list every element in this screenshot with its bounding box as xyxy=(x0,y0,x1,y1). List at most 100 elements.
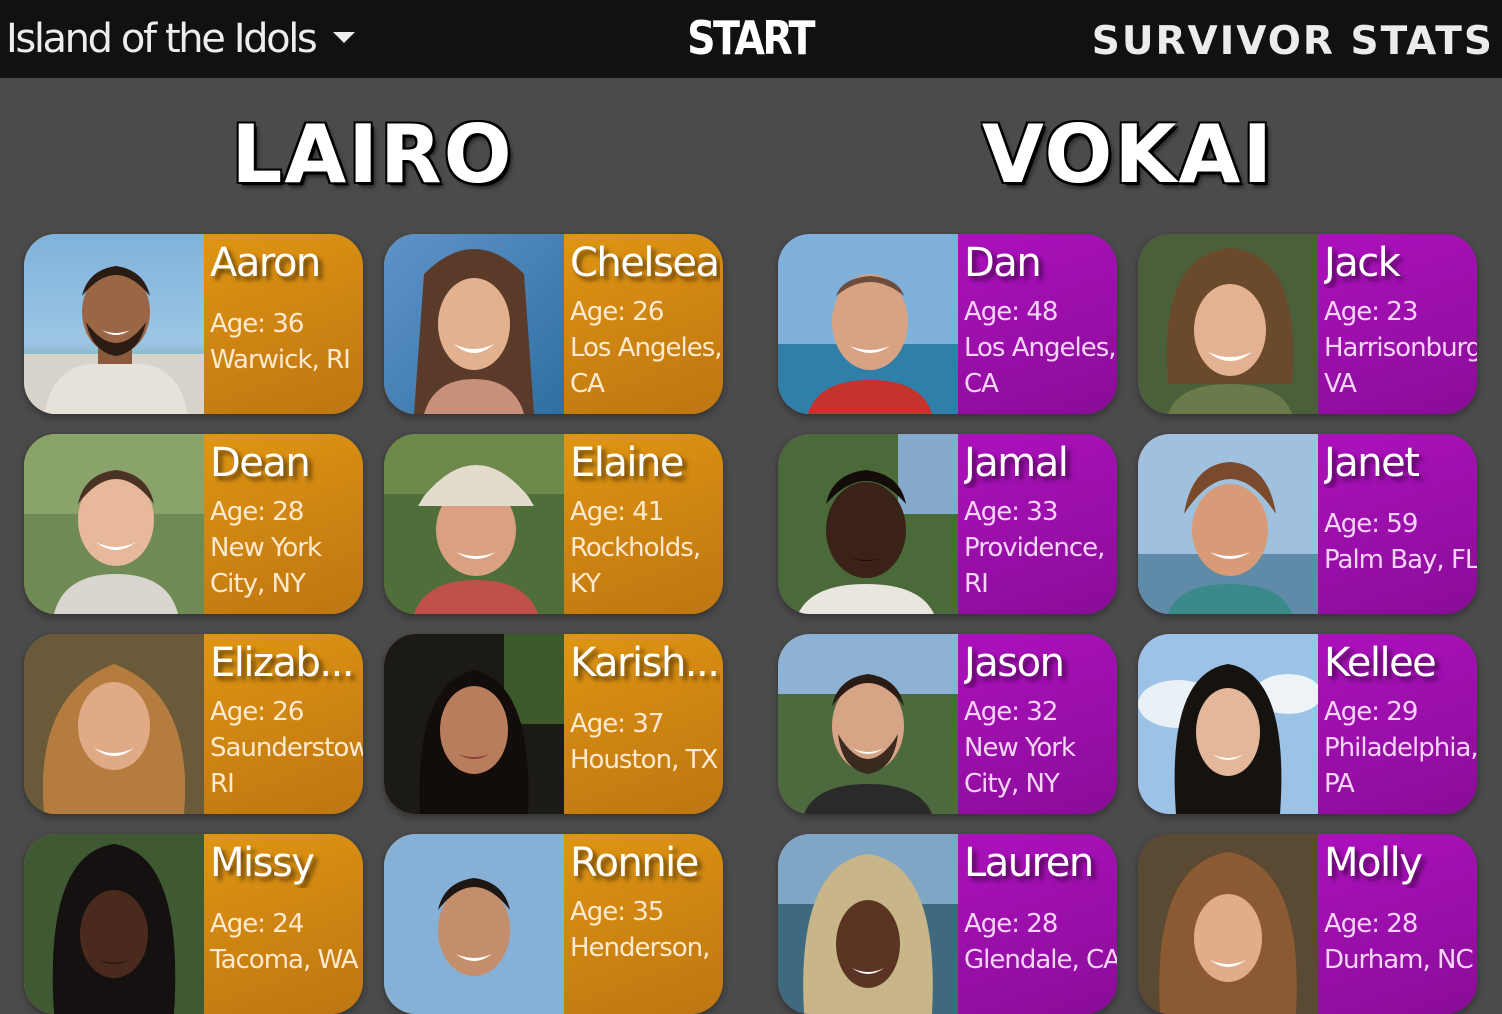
player-name: Aaron xyxy=(210,240,321,286)
player-photo xyxy=(24,834,204,1014)
player-age: Age: 59 xyxy=(1324,509,1418,539)
player-hometown: Providence, xyxy=(964,533,1105,563)
player-age: Age: 32 xyxy=(964,697,1058,727)
player-age: Age: 48 xyxy=(964,297,1058,327)
brand-logo-text: SURVIVOR STATS xyxy=(1091,18,1494,64)
player-hometown: Durham, NC xyxy=(1324,945,1474,975)
player-details: Age: 26 Los Angeles, CA xyxy=(570,294,723,402)
caret-down-icon xyxy=(333,31,356,43)
player-photo xyxy=(1138,434,1318,614)
player-details: Age: 24 Tacoma, WA xyxy=(210,906,363,978)
player-age: Age: 33 xyxy=(964,497,1058,527)
player-info: Elizab... Age: 26 Saunderstown, RI xyxy=(204,634,363,814)
player-hometown-cont: City, NY xyxy=(964,769,1060,799)
player-hometown: New York xyxy=(964,733,1076,763)
player-card-kellee[interactable]: Kellee Age: 29 Philadelphia, PA xyxy=(1138,634,1477,814)
player-card-missy[interactable]: Missy Age: 24 Tacoma, WA xyxy=(24,834,363,1014)
player-info: Karish... Age: 37 Houston, TX xyxy=(564,634,723,814)
player-name: Missy xyxy=(210,840,315,886)
player-hometown-cont: PA xyxy=(1324,769,1355,799)
player-card-jack[interactable]: Jack Age: 23 Harrisonburg, VA xyxy=(1138,234,1477,414)
player-name: Kellee xyxy=(1324,640,1437,686)
player-photo xyxy=(778,434,958,614)
top-navigation-bar: Island of the Idols START SURVIVOR STATS xyxy=(0,0,1502,78)
player-info: Dean Age: 28 New York City, NY xyxy=(204,434,363,614)
player-info: Missy Age: 24 Tacoma, WA xyxy=(204,834,363,1014)
player-details: Age: 37 Houston, TX xyxy=(570,706,723,778)
player-photo xyxy=(24,634,204,814)
player-card-dean[interactable]: Dean Age: 28 New York City, NY xyxy=(24,434,363,614)
player-name: Dean xyxy=(210,440,311,486)
player-name: Lauren xyxy=(964,840,1094,886)
player-details: Age: 35 Henderson, xyxy=(570,894,723,966)
player-info: Janet Age: 59 Palm Bay, FL xyxy=(1318,434,1477,614)
player-card-jamal[interactable]: Jamal Age: 33 Providence, RI xyxy=(778,434,1117,614)
player-details: Age: 32 New York City, NY xyxy=(964,694,1117,802)
player-photo xyxy=(384,834,564,1014)
season-dropdown-label: Island of the Idols xyxy=(6,16,318,62)
player-details: Age: 28 Durham, NC xyxy=(1324,906,1477,978)
player-card-lauren[interactable]: Lauren Age: 28 Glendale, CA xyxy=(778,834,1117,1014)
player-hometown-cont: VA xyxy=(1324,369,1357,399)
player-card-chelsea[interactable]: Chelsea Age: 26 Los Angeles, CA xyxy=(384,234,723,414)
tribe-title-vokai: VOKAI xyxy=(981,107,1275,201)
player-card-karishma[interactable]: Karish... Age: 37 Houston, TX xyxy=(384,634,723,814)
player-details: Age: 41 Rockholds, KY xyxy=(570,494,723,602)
player-details: Age: 48 Los Angeles, CA xyxy=(964,294,1117,402)
player-card-molly[interactable]: Molly Age: 28 Durham, NC xyxy=(1138,834,1477,1014)
player-details: Age: 23 Harrisonburg, VA xyxy=(1324,294,1477,402)
player-details: Age: 28 New York City, NY xyxy=(210,494,363,602)
player-hometown: Los Angeles, xyxy=(570,333,723,363)
player-age: Age: 24 xyxy=(210,909,304,939)
player-card-dan[interactable]: Dan Age: 48 Los Angeles, CA xyxy=(778,234,1117,414)
player-hometown: Saunderstown, xyxy=(210,733,363,763)
player-details: Age: 33 Providence, RI xyxy=(964,494,1117,602)
player-info: Aaron Age: 36 Warwick, RI xyxy=(204,234,363,414)
player-name: Chelsea xyxy=(570,240,720,286)
player-hometown: Tacoma, WA xyxy=(210,945,359,975)
start-button[interactable]: START xyxy=(686,10,815,66)
player-hometown: Los Angeles, xyxy=(964,333,1117,363)
player-details: Age: 59 Palm Bay, FL xyxy=(1324,506,1477,578)
player-hometown: New York xyxy=(210,533,322,563)
player-hometown-cont: CA xyxy=(570,369,605,399)
player-age: Age: 26 xyxy=(570,297,664,327)
player-info: Jason Age: 32 New York City, NY xyxy=(958,634,1117,814)
player-card-aaron[interactable]: Aaron Age: 36 Warwick, RI xyxy=(24,234,363,414)
player-info: Jamal Age: 33 Providence, RI xyxy=(958,434,1117,614)
player-info: Chelsea Age: 26 Los Angeles, CA xyxy=(564,234,723,414)
player-card-janet[interactable]: Janet Age: 59 Palm Bay, FL xyxy=(1138,434,1477,614)
player-name: Elaine xyxy=(570,440,684,486)
player-name: Jason xyxy=(964,640,1065,686)
player-hometown: Rockholds, xyxy=(570,533,701,563)
player-hometown: Harrisonburg, xyxy=(1324,333,1477,363)
player-name: Karish... xyxy=(570,640,720,686)
player-name: Jack xyxy=(1324,240,1401,286)
player-name: Dan xyxy=(964,240,1042,286)
player-name: Ronnie xyxy=(570,840,699,886)
player-card-elaine[interactable]: Elaine Age: 41 Rockholds, KY xyxy=(384,434,723,614)
season-dropdown[interactable]: Island of the Idols xyxy=(6,14,356,64)
player-hometown: Glendale, CA xyxy=(964,945,1117,975)
player-hometown-cont: RI xyxy=(210,769,235,799)
player-photo xyxy=(24,434,204,614)
player-age: Age: 35 xyxy=(570,897,664,927)
player-photo xyxy=(778,834,958,1014)
player-age: Age: 23 xyxy=(1324,297,1418,327)
player-details: Age: 28 Glendale, CA xyxy=(964,906,1117,978)
player-card-elizabeth[interactable]: Elizab... Age: 26 Saunderstown, RI xyxy=(24,634,363,814)
player-photo xyxy=(778,234,958,414)
player-hometown: Palm Bay, FL xyxy=(1324,545,1477,575)
player-name: Jamal xyxy=(964,440,1069,486)
player-info: Jack Age: 23 Harrisonburg, VA xyxy=(1318,234,1477,414)
lairo-player-grid: Aaron Age: 36 Warwick, RI Chelsea Age: 2… xyxy=(24,234,723,1014)
player-age: Age: 26 xyxy=(210,697,304,727)
player-card-jason[interactable]: Jason Age: 32 New York City, NY xyxy=(778,634,1117,814)
player-info: Ronnie Age: 35 Henderson, xyxy=(564,834,723,1014)
player-age: Age: 29 xyxy=(1324,697,1418,727)
player-name: Molly xyxy=(1324,840,1423,886)
player-card-ronnie[interactable]: Ronnie Age: 35 Henderson, xyxy=(384,834,723,1014)
player-info: Molly Age: 28 Durham, NC xyxy=(1318,834,1477,1014)
player-name: Janet xyxy=(1324,440,1420,486)
player-hometown: Houston, TX xyxy=(570,745,718,775)
